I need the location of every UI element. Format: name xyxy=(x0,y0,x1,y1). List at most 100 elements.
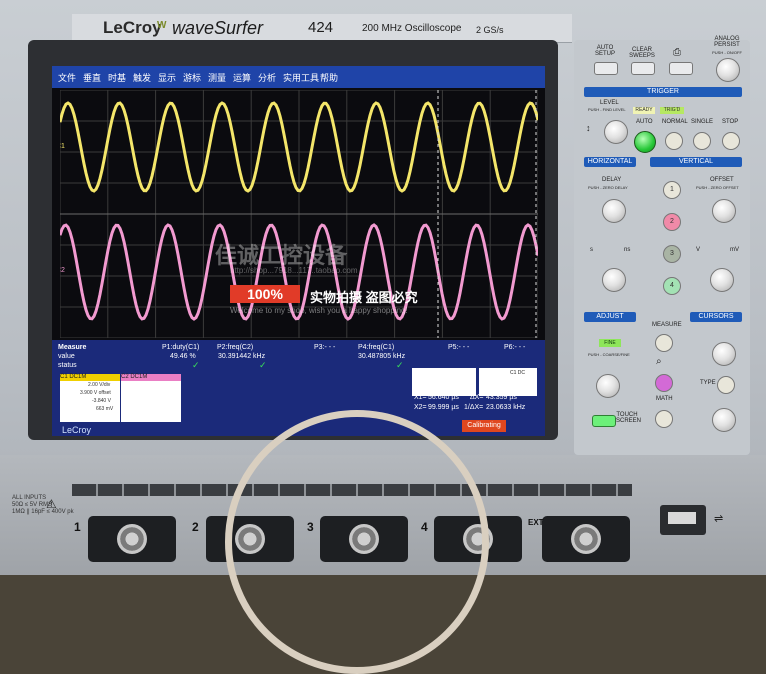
channel4-button[interactable]: 4 xyxy=(663,277,681,295)
channel2-header: C2 DC1M xyxy=(121,374,181,381)
adjust-knob[interactable] xyxy=(596,374,620,398)
channel2-button[interactable]: 2 xyxy=(663,213,681,231)
channel1-input[interactable] xyxy=(88,516,176,562)
volts-v-label: V xyxy=(696,247,701,253)
level-sub: PUSH - FIND LEVEL xyxy=(588,107,626,112)
channel2-descriptor-box[interactable] xyxy=(121,374,181,422)
auto-setup-button[interactable] xyxy=(594,62,618,75)
menu-cursors[interactable]: 游标 xyxy=(183,71,201,84)
analog-persist-knob[interactable] xyxy=(716,58,740,82)
channel2-input-label: 2 xyxy=(192,520,199,534)
horizontal-section-header: HORIZONTAL xyxy=(584,157,636,167)
menu-trigger[interactable]: 触发 xyxy=(133,71,151,84)
measure-button[interactable] xyxy=(655,334,673,352)
stop-button[interactable] xyxy=(722,132,740,150)
cursor-type-button[interactable] xyxy=(717,376,735,394)
ready-indicator: READY xyxy=(633,107,655,114)
menu-file[interactable]: 文件 xyxy=(58,71,76,84)
cursor1-knob[interactable] xyxy=(712,342,736,366)
clear-sweeps-label: CLEAR SWEEPS xyxy=(629,47,655,59)
menu-vertical[interactable]: 垂直 xyxy=(83,71,101,84)
delay-knob[interactable] xyxy=(602,199,626,223)
trigger-level-knob[interactable] xyxy=(604,120,628,144)
menu-math[interactable]: 运算 xyxy=(233,71,251,84)
measure-p1-name[interactable]: P1:duty(C1) xyxy=(162,344,199,351)
math-button[interactable] xyxy=(655,410,673,428)
cursor-inv-dx-value: 23.0633 kHz xyxy=(486,404,526,411)
measure-row-value: value xyxy=(58,353,75,360)
channel1-button[interactable]: 1 xyxy=(663,181,681,199)
trigger-descriptor-box[interactable] xyxy=(479,368,537,396)
menu-analysis[interactable]: 分析 xyxy=(258,71,276,84)
trigger-box-tag: C1 DC xyxy=(510,370,526,376)
p4-ok-icon: ✓ xyxy=(396,360,404,370)
trace-c1-label: C1 xyxy=(60,143,65,150)
fine-indicator: FINE xyxy=(599,339,621,347)
measure-p2-name[interactable]: P2:freq(C2) xyxy=(217,344,253,351)
offset-label: OFFSET xyxy=(710,177,734,183)
auto-trigger-button[interactable] xyxy=(634,131,656,153)
trigger-section-header: TRIGGER xyxy=(584,87,742,97)
measure-row-status: status xyxy=(58,362,77,369)
fine-sub: PUSH - COARSE/FINE xyxy=(588,352,630,357)
timebase-knob[interactable] xyxy=(602,268,626,292)
screen-logo: LeCroy xyxy=(62,425,92,435)
clear-sweeps-button[interactable] xyxy=(631,62,655,75)
measure-p2-value: 30.391442 kHz xyxy=(218,353,266,360)
watermark-badge: 100% xyxy=(230,285,300,303)
stop-label: STOP xyxy=(722,119,739,125)
volts-mv-label: mV xyxy=(730,247,739,253)
menu-measure[interactable]: 测量 xyxy=(208,71,226,84)
measure-p6-name[interactable]: P6:- - - xyxy=(504,344,525,351)
wavesurfer-logo-icon: W xyxy=(157,20,167,31)
channel1-scale: 2.00 V/div xyxy=(88,382,111,388)
cursors-section-header: CURSORS xyxy=(690,312,742,322)
auto-setup-label: AUTO SETUP xyxy=(594,45,615,57)
single-trigger-button[interactable] xyxy=(693,132,711,150)
analog-persist-sub: PUSH - ON/OFF xyxy=(712,50,742,55)
inputs-warning: ALL INPUTS 50Ω ≤ 5V RMS 1MΩ || 16pF ≤ 40… xyxy=(12,495,74,516)
measure-label: MEASURE xyxy=(652,322,682,328)
touch-screen-button[interactable] xyxy=(592,415,616,427)
screen-menu-bar: 文件 垂直 时基 触发 显示 游标 测量 运算 分析 实用工具 帮助 xyxy=(52,66,545,88)
menu-help[interactable]: 帮助 xyxy=(320,71,338,84)
level-label: LEVEL xyxy=(600,100,619,106)
print-button[interactable] xyxy=(669,62,693,75)
channel3-button[interactable]: 3 xyxy=(663,245,681,263)
timebase-s-label: s xyxy=(590,247,593,253)
trace-c2-label: C2 xyxy=(60,267,65,274)
usb-port[interactable] xyxy=(668,512,696,524)
channel1-input-label: 1 xyxy=(74,520,81,534)
watermark-url: http://shop...7918...117..taobao.com xyxy=(230,266,358,275)
zoom-button[interactable] xyxy=(655,374,673,392)
measure-p4-name[interactable]: P4:freq(C1) xyxy=(358,344,394,351)
cursor-x2-value: 99.999 µs xyxy=(428,404,459,411)
model-number: 424 xyxy=(308,19,334,36)
cursor-x2-label: X2= xyxy=(414,404,427,411)
menu-timebase[interactable]: 时基 xyxy=(108,71,126,84)
measure-heading: Measure xyxy=(58,344,87,351)
printer-icon: ⎙ xyxy=(673,47,681,58)
math-label: MATH xyxy=(656,396,673,402)
channel1-header: C1 DC1M xyxy=(60,374,120,381)
volts-div-knob[interactable] xyxy=(710,268,734,292)
timebase-descriptor-box[interactable] xyxy=(412,368,476,396)
inputs-spec1: 50Ω ≤ 5V RMS xyxy=(12,502,53,508)
adjust-section-header: ADJUST xyxy=(584,312,636,322)
normal-label: NORMAL xyxy=(662,119,688,125)
measure-p5-name[interactable]: P5:- - - xyxy=(448,344,469,351)
analog-persist-label: ANALOG PERSIST xyxy=(714,36,740,48)
offset-knob[interactable] xyxy=(712,199,736,223)
channel1-bnc-icon xyxy=(117,524,147,554)
menu-display[interactable]: 显示 xyxy=(158,71,176,84)
touch-screen-label: TOUCH SCREEN xyxy=(616,412,642,424)
cursor2-knob[interactable] xyxy=(712,408,736,432)
normal-trigger-button[interactable] xyxy=(665,132,683,150)
measure-p4-value: 30.487805 kHz xyxy=(358,353,406,360)
series-name: waveSurfer xyxy=(172,18,264,38)
channel1-value-a: -3.840 V xyxy=(92,398,111,404)
channel1-value-b: 663 mV xyxy=(96,406,114,412)
ext-trigger-input[interactable] xyxy=(542,516,630,562)
measure-p3-name[interactable]: P3:- - - xyxy=(314,344,335,351)
menu-utilities[interactable]: 实用工具 xyxy=(283,71,319,84)
